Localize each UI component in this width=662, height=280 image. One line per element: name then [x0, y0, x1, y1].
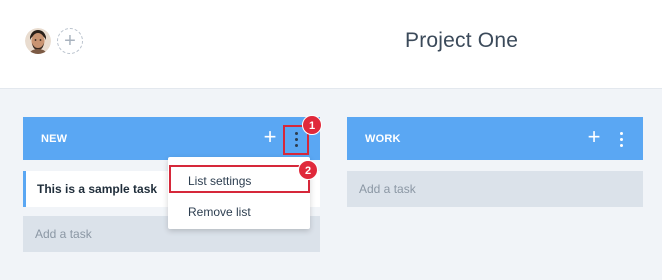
project-title: Project One [405, 29, 519, 52]
add-task-plus-icon[interactable]: + [584, 126, 604, 148]
list-new: NEW + This is a sample task Add a task [23, 117, 320, 252]
list-title: NEW [41, 133, 68, 145]
step-2-badge: 2 [298, 160, 318, 180]
step-1-badge: 1 [302, 115, 322, 135]
add-task-label: Add a task [35, 227, 92, 241]
top-bar: + Project One [0, 0, 662, 89]
task-title: This is a sample task [37, 182, 158, 196]
add-task-label: Add a task [359, 182, 416, 196]
step-2-highlight [169, 165, 310, 193]
list-menu-icon[interactable] [612, 128, 630, 150]
menu-item-remove-list[interactable]: Remove list [168, 197, 310, 225]
list-work: WORK + Add a task [347, 117, 643, 207]
add-task-plus-icon[interactable]: + [260, 126, 280, 148]
menu-item-label: Remove list [188, 205, 251, 219]
add-member-button[interactable]: + [57, 28, 83, 54]
add-task-button[interactable]: Add a task [347, 171, 643, 207]
plus-icon: + [64, 30, 76, 52]
list-title: WORK [365, 133, 401, 145]
list-header: NEW + [23, 117, 320, 160]
list-header: WORK + [347, 117, 643, 160]
user-avatar[interactable] [25, 28, 51, 54]
